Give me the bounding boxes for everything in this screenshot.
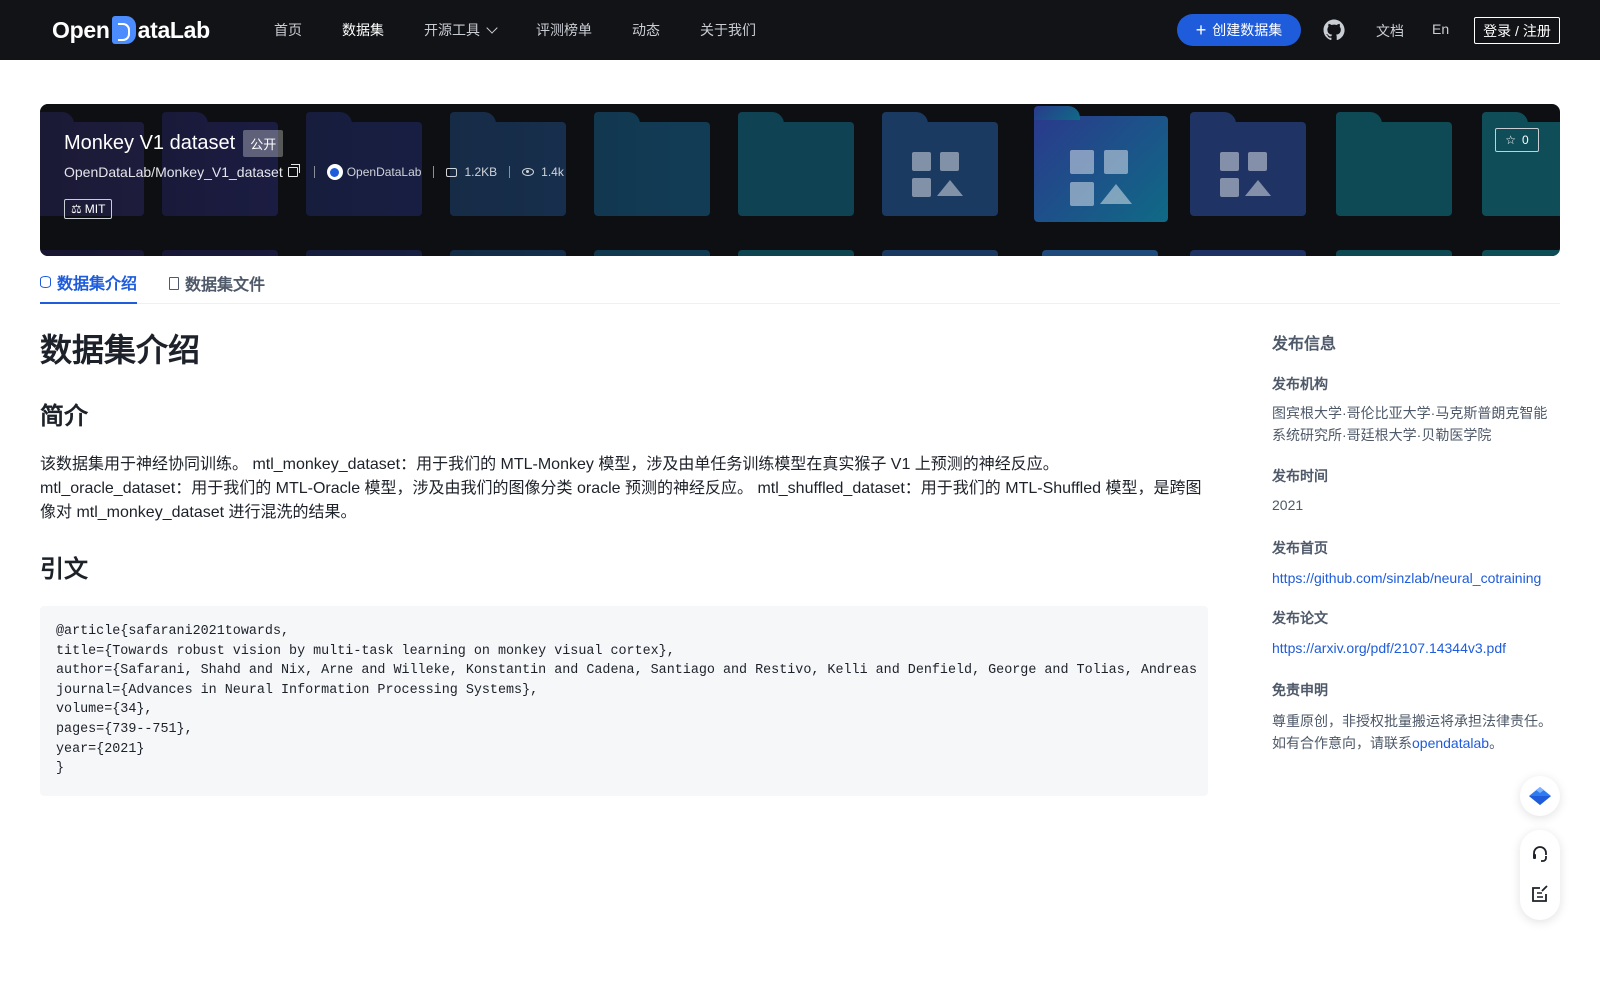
folder-decoration-icon: [1190, 112, 1306, 216]
contact-link[interactable]: opendatalab: [1412, 735, 1489, 751]
org-avatar: [326, 164, 343, 180]
headset-icon[interactable]: [1530, 844, 1550, 864]
feedback-icon[interactable]: [1530, 884, 1550, 904]
tab-dataset-intro[interactable]: 数据集介绍: [40, 262, 138, 304]
plus-icon: +: [1195, 20, 1207, 40]
citation-code-block[interactable]: @article{safarani2021towards, title={Tow…: [40, 606, 1208, 796]
star-button[interactable]: ☆ 0: [1495, 128, 1539, 152]
dataset-size: 1.2KB: [464, 165, 498, 179]
paper-label: 发布论文: [1272, 610, 1328, 626]
language-switch[interactable]: En: [1432, 21, 1449, 37]
diamond-icon: [1529, 787, 1551, 805]
dataset-description: 数据集介绍 简介 该数据集用于神经协同训练。 mtl_monkey_datase…: [40, 330, 1208, 796]
visibility-badge: 公开: [243, 130, 284, 157]
dataset-banner: Monkey V1 dataset 公开 OpenDataLab/Monkey_…: [40, 104, 1560, 256]
dataset-tabs: 数据集介绍 数据集文件: [40, 262, 1560, 304]
org-value: 图宾根大学·哥伦比亚大学·马克斯普朗克智能系统研究所·哥廷根大学·贝勒医学院: [1272, 405, 1548, 443]
folder-highlight-icon: [1034, 106, 1168, 222]
time-label: 发布时间: [1272, 468, 1328, 484]
opendatalab-logo[interactable]: Open ataLab: [52, 14, 210, 46]
intro-text: 该数据集用于神经协同训练。 mtl_monkey_dataset：用于我们的 M…: [40, 456, 1202, 521]
dataset-meta: OpenDataLab/Monkey_V1_dataset OpenDataLa…: [64, 164, 564, 180]
copy-icon[interactable]: [287, 164, 300, 177]
main-nav: 首页 数据集 开源工具 评测榜单 动态 关于我们: [274, 0, 796, 60]
license-badge: ⚖ MIT: [64, 199, 113, 219]
dataset-title: Monkey V1 dataset 公开: [64, 130, 284, 157]
eye-icon: [522, 168, 535, 176]
nav-news[interactable]: 动态: [632, 20, 660, 40]
folder-decoration-icon: [1336, 112, 1452, 216]
floating-diamond-button[interactable]: [1520, 776, 1560, 816]
citation-heading: 引文: [40, 556, 88, 583]
repo-path: OpenDataLab/Monkey_V1_dataset: [64, 164, 283, 180]
nav-about[interactable]: 关于我们: [700, 20, 756, 40]
storage-icon: [446, 167, 458, 177]
star-icon: ☆: [1505, 133, 1517, 147]
folder-decoration-icon: [738, 112, 854, 216]
intro-heading: 简介: [40, 403, 88, 430]
logo-d-icon: [111, 16, 136, 44]
github-icon[interactable]: [1322, 18, 1346, 42]
publish-info-title: 发布信息: [1272, 336, 1337, 353]
folder-decoration-icon: [882, 112, 998, 216]
database-icon: [40, 276, 51, 288]
nav-leaderboard[interactable]: 评测榜单: [536, 20, 592, 40]
chevron-down-icon: [486, 22, 498, 34]
time-value: 2021: [1272, 497, 1304, 513]
scale-icon: ⚖: [71, 202, 82, 216]
view-count: 1.4k: [541, 165, 564, 179]
nav-home[interactable]: 首页: [274, 20, 302, 40]
disclaimer-label: 免责申明: [1272, 682, 1328, 698]
page-title: 数据集介绍: [40, 332, 201, 368]
floating-action-group: [1520, 830, 1560, 920]
top-navbar: Open ataLab 首页 数据集 开源工具 评测榜单 动态 关于我们 + 创…: [0, 0, 1600, 60]
disclaimer-text: 尊重原创，非授权批量搬运将承担法律责任。 如有合作意向，请联系opendatal…: [1272, 713, 1552, 751]
publish-info-panel: 发布信息 发布机构 图宾根大学·哥伦比亚大学·马克斯普朗克智能系统研究所·哥廷根…: [1272, 330, 1560, 754]
file-icon: [169, 276, 180, 290]
nav-datasets[interactable]: 数据集: [342, 20, 384, 40]
paper-link[interactable]: https://arxiv.org/pdf/2107.14344v3.pdf: [1272, 640, 1560, 656]
nav-docs[interactable]: 文档: [1376, 21, 1404, 41]
org-name[interactable]: OpenDataLab: [347, 165, 422, 179]
tab-dataset-files[interactable]: 数据集文件: [169, 262, 265, 304]
homepage-link[interactable]: https://github.com/sinzlab/neural_cotrai…: [1272, 570, 1560, 586]
login-register-button[interactable]: 登录 / 注册: [1474, 17, 1560, 44]
homepage-label: 发布首页: [1272, 540, 1328, 556]
create-dataset-button[interactable]: + 创建数据集: [1177, 14, 1301, 46]
nav-open-tools[interactable]: 开源工具: [424, 20, 498, 40]
org-label: 发布机构: [1272, 376, 1328, 392]
